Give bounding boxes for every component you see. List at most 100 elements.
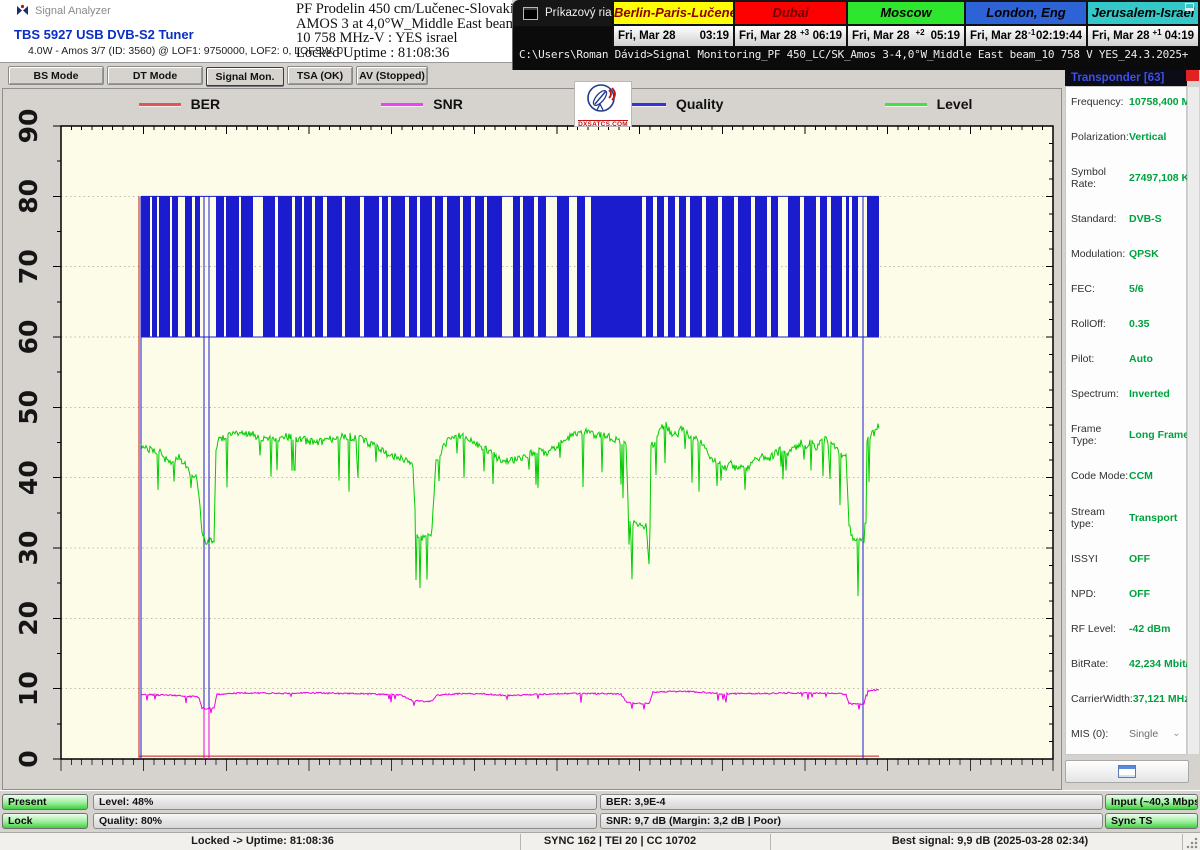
parameter-label: NPD: bbox=[1071, 588, 1129, 600]
clock-time-row: Fri, Mar 28 +1 04:19 bbox=[1088, 26, 1198, 47]
transponder-panel: Transponder [63] Frequency: 10758,400 MH… bbox=[1063, 58, 1200, 790]
legend-label: Level bbox=[937, 96, 973, 112]
sync-ts-badge: Sync TS bbox=[1105, 813, 1198, 829]
parameter-value: QPSK bbox=[1129, 248, 1159, 260]
legend-swatch bbox=[381, 103, 423, 106]
clock-time: 02:19:44 bbox=[1036, 30, 1082, 42]
clock-date: Fri, Mar 28 bbox=[852, 30, 910, 42]
mode-tab[interactable]: Signal Mon. bbox=[206, 67, 284, 86]
legend-item: Quality bbox=[624, 96, 723, 112]
svg-text:70: 70 bbox=[14, 249, 43, 284]
clock-date: Fri, Mar 28 bbox=[970, 30, 1028, 42]
stream-list-button[interactable] bbox=[1065, 760, 1189, 783]
clock-city: Jerusalem-Israel bbox=[1088, 2, 1198, 26]
transponder-row: CarrierWidth: 37,121 MHz ⌄ bbox=[1071, 693, 1182, 705]
chart-legend: BER SNR Quality Level bbox=[58, 96, 1053, 112]
legend-item: Level bbox=[885, 96, 973, 112]
parameter-value: OFF bbox=[1129, 588, 1150, 600]
tuner-title: TBS 5927 USB DVB-S2 Tuner bbox=[14, 27, 194, 42]
clock-column: Moscow Fri, Mar 28 +2 05:19 bbox=[846, 2, 964, 47]
status-rows: Present Level: 48% BER: 3,9E-4 Input (~4… bbox=[0, 790, 1200, 833]
ber-bar: BER: 3,9E-4 bbox=[600, 794, 1103, 810]
clock-time: 03:19 bbox=[700, 30, 729, 42]
mode-tab[interactable]: TSA (OK) bbox=[287, 66, 353, 85]
parameter-label: Code Mode: bbox=[1071, 470, 1129, 482]
site-info-line: AMOS 3 at 4,0°W_Middle East beam bbox=[296, 17, 510, 32]
parameter-value: Long Frame bbox=[1129, 429, 1189, 441]
parameter-label: ISSYI bbox=[1071, 553, 1129, 565]
satellite-dish-icon bbox=[586, 82, 620, 115]
svg-text:0: 0 bbox=[14, 750, 43, 767]
svg-text:50: 50 bbox=[14, 390, 43, 425]
clock-time-row: Fri, Mar 28 -1 02:19:44 bbox=[966, 26, 1086, 47]
lock-badge: Lock bbox=[2, 813, 88, 829]
parameter-label: Pilot: bbox=[1071, 353, 1129, 365]
clock-date: Fri, Mar 28 bbox=[618, 30, 676, 42]
clock-utc-offset: +3 bbox=[797, 28, 813, 37]
clock-time-row: Fri, Mar 28 +3 06:19 bbox=[735, 26, 846, 47]
clock-column: Berlin-Paris-Lučenec Fri, Mar 28 03:19 bbox=[612, 2, 733, 47]
legend-swatch bbox=[885, 103, 927, 106]
legend-swatch bbox=[139, 103, 181, 106]
clock-city: London, Eng bbox=[966, 2, 1086, 26]
svg-text:10: 10 bbox=[14, 671, 43, 706]
svg-text:40: 40 bbox=[14, 460, 43, 495]
parameter-label: Stream type: bbox=[1071, 506, 1129, 530]
clock-time: 04:19 bbox=[1165, 30, 1194, 42]
console-prompt-line[interactable]: C:\Users\Roman Dávid>Signal Monitoring_P… bbox=[519, 48, 1188, 61]
parameter-label: MIS (0): bbox=[1071, 728, 1129, 740]
dxsatcs-logo: DXSATCS.COM bbox=[574, 81, 632, 127]
ber-bar-label: BER: 3,9E-4 bbox=[606, 796, 666, 808]
resize-grip[interactable] bbox=[1186, 837, 1198, 849]
chevron-down-icon[interactable]: ⌄ bbox=[1172, 728, 1180, 739]
level-bar: Level: 48% bbox=[93, 794, 597, 810]
transponder-row: FEC: 5/6 ⌄ bbox=[1071, 283, 1182, 295]
mode-tab[interactable]: DT Mode bbox=[107, 66, 203, 85]
transponder-row: RF Level: -42 dBm ⌄ bbox=[1071, 623, 1182, 635]
clock-time-row: Fri, Mar 28 +2 05:19 bbox=[848, 26, 964, 47]
svg-text:60: 60 bbox=[14, 320, 43, 355]
panel-scrollbar[interactable] bbox=[1187, 86, 1200, 755]
parameter-value: 5/6 bbox=[1129, 283, 1144, 295]
parameter-label: RF Level: bbox=[1071, 623, 1129, 635]
parameter-label: FEC: bbox=[1071, 283, 1129, 295]
parameter-value: 42,234 Mbit/s bbox=[1129, 658, 1194, 670]
site-info-block: PF Prodelin 450 cm/Lučenec-SlovakiaAMOS … bbox=[296, 2, 510, 60]
transponder-row: Spectrum: Inverted ⌄ bbox=[1071, 388, 1182, 400]
parameter-label: RollOff: bbox=[1071, 318, 1129, 330]
site-info-line: PF Prodelin 450 cm/Lučenec-Slovakia bbox=[296, 2, 510, 17]
quality-bar: Quality: 80% bbox=[93, 813, 597, 829]
clock-utc-offset: -1 bbox=[1028, 28, 1036, 37]
transponder-row: Frame Type: Long Frame ⌄ bbox=[1071, 423, 1182, 447]
clock-utc-offset: +2 bbox=[910, 28, 931, 37]
mode-tabbar: BS ModeDT ModeSignal Mon.TSA (OK)AV (Sto… bbox=[0, 62, 512, 88]
parameter-label: Frame Type: bbox=[1071, 423, 1129, 447]
footer-best-signal: Best signal: 9,9 dB (2025-03-28 02:34) bbox=[790, 835, 1190, 847]
clock-city: Dubai bbox=[735, 2, 846, 26]
logo-text: DXSATCS.COM bbox=[578, 120, 628, 128]
transponder-row: Code Mode: CCM ⌄ bbox=[1071, 470, 1182, 482]
app-header: Signal Analyzer TBS 5927 USB DVB-S2 Tune… bbox=[0, 0, 512, 62]
transponder-row: Pilot: Auto ⌄ bbox=[1071, 353, 1182, 365]
mode-tab[interactable]: BS Mode bbox=[8, 66, 104, 85]
level-bar-label: Level: 48% bbox=[99, 796, 153, 808]
parameter-value: Vertical bbox=[1129, 131, 1166, 143]
clock-column: London, Eng Fri, Mar 28 -1 02:19:44 bbox=[964, 2, 1086, 47]
signal-monitor-chart: BER SNR Quality Level DXSATCS.C bbox=[2, 88, 1062, 790]
parameter-label: CarrierWidth: bbox=[1071, 693, 1133, 705]
parameter-label: Frequency: bbox=[1071, 96, 1129, 108]
transponder-row: BitRate: 42,234 Mbit/s ⌄ bbox=[1071, 658, 1182, 670]
parameter-label: Standard: bbox=[1071, 213, 1129, 225]
mode-tab[interactable]: AV (Stopped) bbox=[356, 66, 428, 85]
clock-utc-offset: +1 bbox=[1150, 28, 1165, 37]
clock-city: Moscow bbox=[848, 2, 964, 26]
minimize-icon[interactable] bbox=[1185, 3, 1194, 11]
parameter-value: Transport bbox=[1129, 512, 1177, 524]
window-title: Signal Analyzer bbox=[35, 5, 111, 17]
svg-text:20: 20 bbox=[14, 601, 43, 636]
parameter-label: Symbol Rate: bbox=[1071, 166, 1129, 190]
site-info-line: 10 758 MHz-V : YES israel bbox=[296, 31, 510, 46]
world-clocks: Berlin-Paris-Lučenec Fri, Mar 28 03:19 D… bbox=[612, 2, 1200, 47]
window-titlebar: Signal Analyzer bbox=[16, 4, 111, 17]
clock-time-row: Fri, Mar 28 03:19 bbox=[614, 26, 733, 47]
